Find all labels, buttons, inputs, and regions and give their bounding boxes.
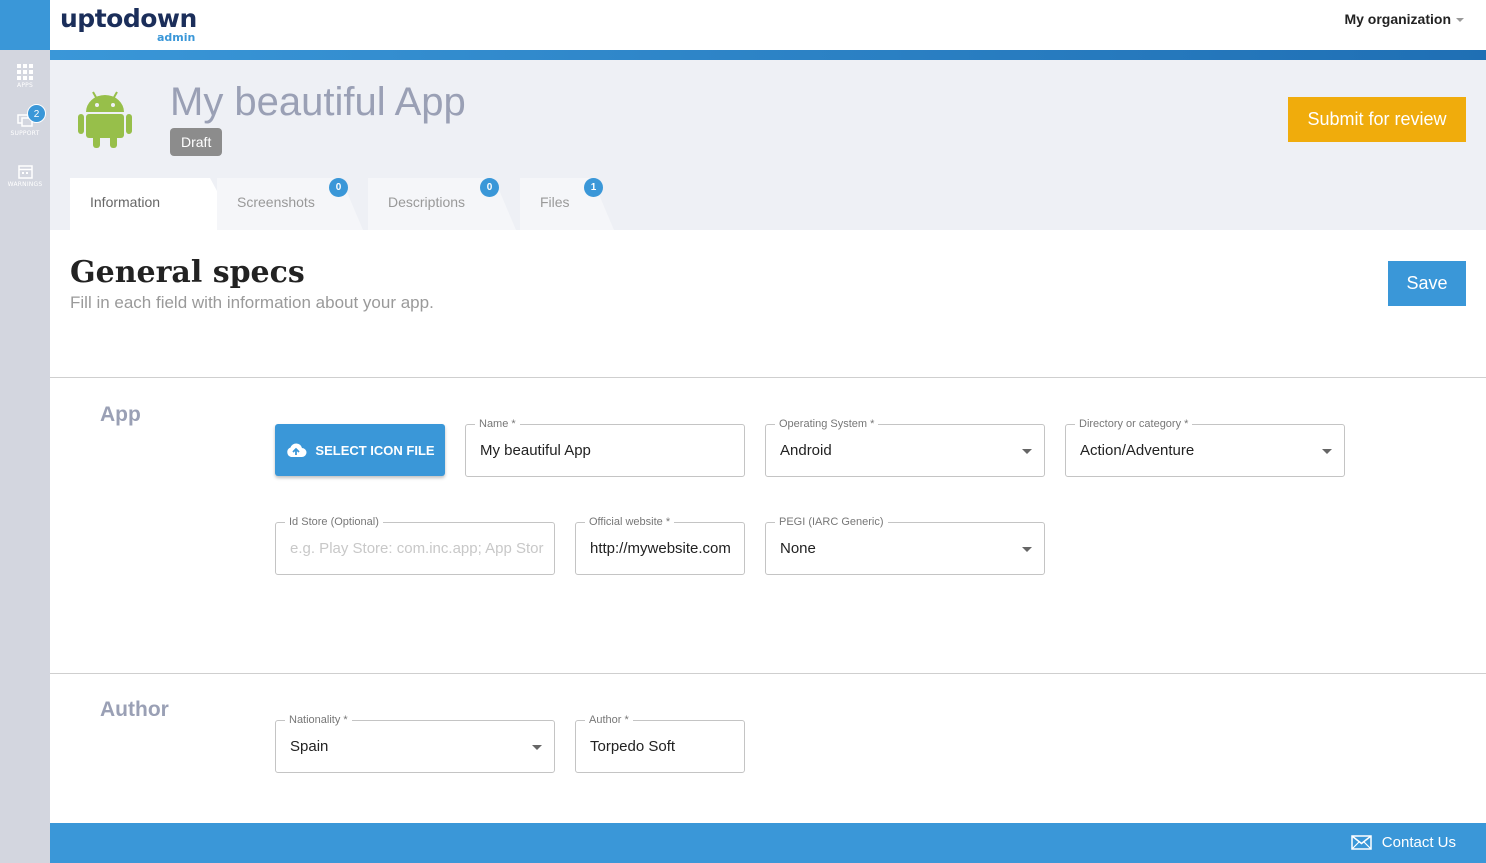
tab-descriptions[interactable]: Descriptions: [368, 178, 528, 230]
page-subtitle: Fill in each field with information abou…: [70, 293, 434, 312]
tab-label: Descriptions: [388, 194, 466, 210]
header-accent-strip: [50, 50, 1486, 60]
select-icon-file-button[interactable]: SELECT ICON FILE: [275, 424, 445, 476]
official-website-value: http://mywebsite.com: [590, 540, 731, 557]
top-bar: uptodown admin My organization: [50, 0, 1486, 50]
pegi-select[interactable]: PEGI (IARC Generic) None: [765, 516, 1045, 575]
sidebar-item-label: APPS: [17, 82, 33, 89]
section-divider: [50, 673, 1486, 674]
category-select[interactable]: Directory or category * Action/Adventure: [1065, 418, 1345, 477]
dropdown-arrow-icon: [1022, 547, 1032, 552]
id-store-placeholder: e.g. Play Store: com.inc.app; App Store:: [290, 540, 544, 557]
app-section-title: App: [100, 403, 141, 426]
author-label: Author *: [585, 714, 633, 726]
official-website-label: Official website *: [585, 516, 675, 528]
chevron-down-icon: [1456, 18, 1464, 23]
page-title: General specs: [70, 255, 305, 290]
sidebar-item-label: WARNINGS: [7, 181, 43, 188]
section-divider: [50, 377, 1486, 378]
logo-text: uptodown: [60, 4, 197, 33]
status-badge: Draft: [170, 128, 223, 156]
operating-system-value: Android: [780, 442, 832, 459]
contact-us-label: Contact Us: [1381, 834, 1456, 851]
select-icon-file-label: SELECT ICON FILE: [315, 442, 435, 458]
sidebar-header: [0, 0, 50, 50]
tab-label: Screenshots: [237, 194, 315, 210]
author-section-title: Author: [100, 698, 169, 721]
android-icon: [78, 91, 132, 148]
tab-label: Files: [540, 194, 570, 210]
logo[interactable]: uptodown admin: [60, 4, 197, 45]
sidebar-item-warnings[interactable]: WARNINGS: [0, 164, 50, 188]
id-store-label: Id Store (Optional): [285, 516, 383, 528]
pegi-value: None: [780, 540, 816, 557]
category-label: Directory or category *: [1075, 418, 1193, 430]
name-field-label: Name *: [475, 418, 520, 430]
tab-screenshots[interactable]: Screenshots: [217, 178, 377, 230]
app-header: My beautiful App Draft Submit for review…: [50, 60, 1486, 230]
nationality-value: Spain: [290, 738, 329, 755]
name-field-value: My beautiful App: [480, 442, 591, 459]
pegi-label: PEGI (IARC Generic): [775, 516, 888, 528]
nationality-label: Nationality *: [285, 714, 352, 726]
organization-name: My organization: [1344, 11, 1451, 27]
envelope-icon: [1351, 835, 1372, 850]
support-count-badge: 2: [27, 104, 46, 123]
sidebar-item-apps[interactable]: APPS: [0, 64, 50, 89]
footer: Contact Us: [50, 823, 1486, 863]
cloud-upload-icon: [287, 443, 307, 457]
id-store-field[interactable]: Id Store (Optional) e.g. Play Store: com…: [275, 516, 555, 575]
logo-subtext: admin: [157, 31, 196, 44]
submit-for-review-button[interactable]: Submit for review: [1288, 97, 1466, 142]
app-title: My beautiful App: [170, 80, 466, 124]
operating-system-label: Operating System *: [775, 418, 879, 430]
tab-label: Information: [90, 194, 161, 210]
category-value: Action/Adventure: [1080, 442, 1195, 459]
tab-count-badge: 0: [329, 178, 348, 197]
author-value: Torpedo Soft: [590, 738, 676, 755]
tab-information[interactable]: Information: [70, 178, 238, 230]
organization-menu[interactable]: My organization: [1344, 11, 1464, 27]
operating-system-select[interactable]: Operating System * Android: [765, 418, 1045, 477]
dropdown-arrow-icon: [532, 745, 542, 750]
tab-count-badge: 1: [584, 178, 603, 197]
official-website-field[interactable]: Official website * http://mywebsite.com: [575, 516, 745, 575]
author-field[interactable]: Author * Torpedo Soft: [575, 714, 745, 773]
dropdown-arrow-icon: [1022, 449, 1032, 454]
tab-count-badge: 0: [480, 178, 499, 197]
name-field[interactable]: Name * My beautiful App: [465, 418, 745, 477]
grid-icon: [17, 64, 33, 80]
dropdown-arrow-icon: [1322, 449, 1332, 454]
sidebar: APPS SUPPORT 2 WARNINGS: [0, 0, 50, 863]
sidebar-item-label: SUPPORT: [10, 130, 40, 137]
calendar-icon: [17, 165, 33, 179]
contact-us-link[interactable]: Contact Us: [1351, 834, 1456, 851]
nationality-select[interactable]: Nationality * Spain: [275, 714, 555, 773]
save-button[interactable]: Save: [1388, 261, 1466, 306]
